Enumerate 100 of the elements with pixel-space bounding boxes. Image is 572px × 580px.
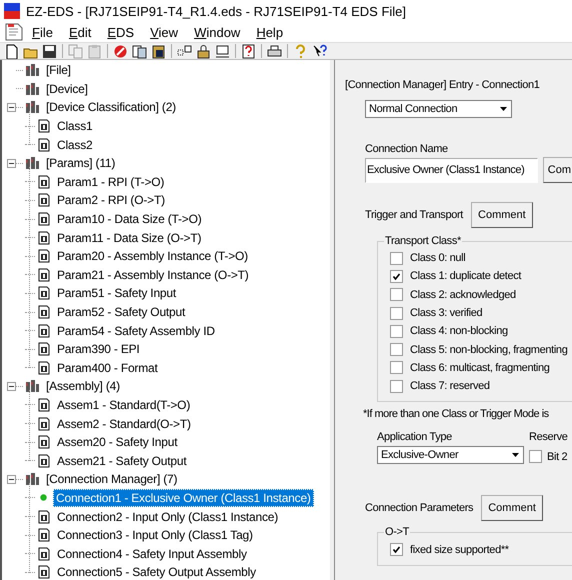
tree-item[interactable]: Connection1 - Exclusive Owner (Class1 Instance) (53, 488, 314, 507)
save-icon[interactable] (42, 44, 57, 58)
tree-item[interactable]: Assem20 - Safety Input (54, 433, 180, 452)
tree-item[interactable]: Assem2 - Standard(O->T) (54, 414, 194, 433)
checkbox-label: Class 4: non-blocking (410, 325, 508, 338)
menu-item[interactable]: Help (248, 24, 292, 40)
printer-icon[interactable] (267, 44, 282, 58)
checkbox[interactable] (390, 252, 403, 265)
tree-item[interactable]: Assem1 - Standard(T->O) (54, 396, 194, 414)
tree-item[interactable]: Param51 - Safety Input (54, 284, 179, 302)
tree-item[interactable]: [Params] (11) (43, 154, 118, 172)
field-label: Connection Name (365, 143, 449, 155)
checkbox[interactable] (390, 343, 403, 356)
section-label: Connection Parameters (365, 502, 474, 514)
document-icon (37, 528, 51, 542)
no-entry-icon[interactable] (113, 44, 128, 58)
checkbox-label: Class 0: null (410, 252, 466, 264)
tree-item[interactable]: [Device Classification] (2) (43, 98, 179, 116)
group-icon (25, 63, 40, 78)
tree-item[interactable]: Param2 - RPI (O->T) (54, 191, 168, 210)
collapse-icon[interactable] (7, 382, 16, 391)
caret-icon (510, 452, 520, 458)
checkbox-label: Class 7: reserved (410, 380, 490, 392)
tree-item[interactable]: [Connection Manager] (7) (43, 470, 180, 488)
collapse-icon[interactable] (7, 158, 16, 168)
comment-button[interactable]: Comment (471, 202, 533, 228)
tree-item[interactable]: Connection5 - Safety Output Assembly (54, 563, 259, 580)
checkbox-label: Class 3: verified (410, 307, 482, 320)
group-icon (25, 82, 40, 96)
checkbox[interactable] (390, 306, 403, 320)
menu-item[interactable]: File (24, 24, 61, 40)
dropdown[interactable]: Normal Connection (365, 100, 512, 118)
group-title: Transport Class* (384, 235, 462, 247)
document-icon (37, 324, 51, 338)
lock-icon[interactable] (196, 44, 211, 58)
tree-item[interactable]: [File] (43, 61, 74, 80)
checkbox[interactable] (390, 270, 403, 283)
menu-item[interactable]: View (142, 24, 186, 40)
checkbox-label: Class 2: acknowledged (410, 288, 516, 301)
document-icon (37, 286, 51, 300)
tree-item[interactable]: Param21 - Assembly Instance (O->T) (54, 266, 252, 284)
group-icon (25, 379, 40, 394)
collapse-icon[interactable] (7, 102, 16, 112)
checkbox[interactable] (390, 361, 403, 374)
group-icon (25, 100, 40, 114)
document-icon (37, 119, 51, 134)
status-dot-icon (40, 494, 47, 502)
collapse-icon[interactable] (7, 474, 16, 484)
tree-item[interactable]: Connection3 - Input Only (Class1 Tag) (54, 526, 256, 544)
document-icon (37, 398, 51, 412)
checkbox[interactable] (390, 380, 403, 393)
checkbox[interactable] (390, 324, 403, 338)
tree-item[interactable]: Param1 - RPI (T->O) (54, 172, 168, 191)
comment-button[interactable]: Com (542, 157, 572, 183)
tree-item[interactable]: Param400 - Format (54, 358, 161, 377)
tree-item[interactable]: Connection4 - Safety Input Assembly (54, 544, 250, 563)
tree-item[interactable]: Param11 - Data Size (O->T) (54, 228, 204, 247)
document-icon (37, 546, 51, 561)
document-icon (37, 193, 51, 208)
document-icon (37, 268, 51, 282)
document-icon (37, 174, 51, 189)
document-icon (37, 454, 51, 468)
checkbox-label: fixed size supported** (410, 544, 509, 556)
window-title: EZ-EDS - [RJ71SEIP91-T4_R1.4.eds - RJ71SEIP91-T4 EDS File] (26, 4, 406, 18)
checkbox-label: Class 5: non-blocking, fragmenting (410, 344, 568, 356)
checkbox[interactable] (390, 288, 403, 302)
context-help-icon[interactable] (312, 44, 327, 58)
tree-item[interactable]: Assem21 - Safety Output (54, 452, 190, 470)
document-icon (37, 435, 51, 450)
menu-item[interactable]: Edit (60, 24, 100, 40)
checkbox[interactable] (529, 450, 542, 464)
connection-name-field[interactable]: Exclusive Owner (Class1 Instance) (365, 158, 538, 182)
checkbox[interactable] (390, 543, 403, 556)
tree-item[interactable]: Class1 (54, 117, 96, 136)
caret-icon (498, 106, 508, 112)
menu-item[interactable]: Window (186, 24, 248, 40)
tree-item[interactable]: Param54 - Safety Assembly ID (54, 322, 218, 340)
tree-item[interactable]: [Device] (43, 80, 91, 98)
tree-item[interactable]: Connection2 - Input Only (Class1 Instance) (54, 508, 282, 526)
menu-item[interactable]: EDS (99, 24, 142, 40)
tree-item[interactable]: Param390 - EPI (54, 340, 143, 358)
tree-item[interactable]: Param10 - Data Size (T->O) (54, 210, 205, 228)
document-icon (37, 342, 51, 356)
footnote: *If more than one Class or Trigger Mode is (363, 408, 550, 420)
dropdown[interactable]: Exclusive-Owner (377, 446, 524, 464)
document-icon (37, 416, 51, 431)
checkbox-label: Bit 2 (547, 450, 568, 463)
tree-item[interactable]: Param20 - Assembly Instance (T->O) (54, 247, 251, 266)
document-icon (37, 138, 51, 152)
document-icon (37, 212, 51, 226)
tree-item[interactable]: Param52 - Safety Output (54, 303, 188, 322)
tree-item[interactable]: [Assembly] (4) (43, 377, 123, 396)
checkbox-label: Class 6: multicast, fragmenting (410, 362, 550, 374)
field-label: Application Type (377, 431, 453, 444)
tree-item[interactable]: Class2 (54, 136, 96, 154)
documents-icon[interactable] (132, 44, 147, 58)
comment-button[interactable]: Comment (481, 495, 543, 522)
help-document-icon[interactable] (241, 44, 256, 58)
section-label: Trigger and Transport (365, 209, 464, 221)
document-icon (37, 230, 51, 245)
